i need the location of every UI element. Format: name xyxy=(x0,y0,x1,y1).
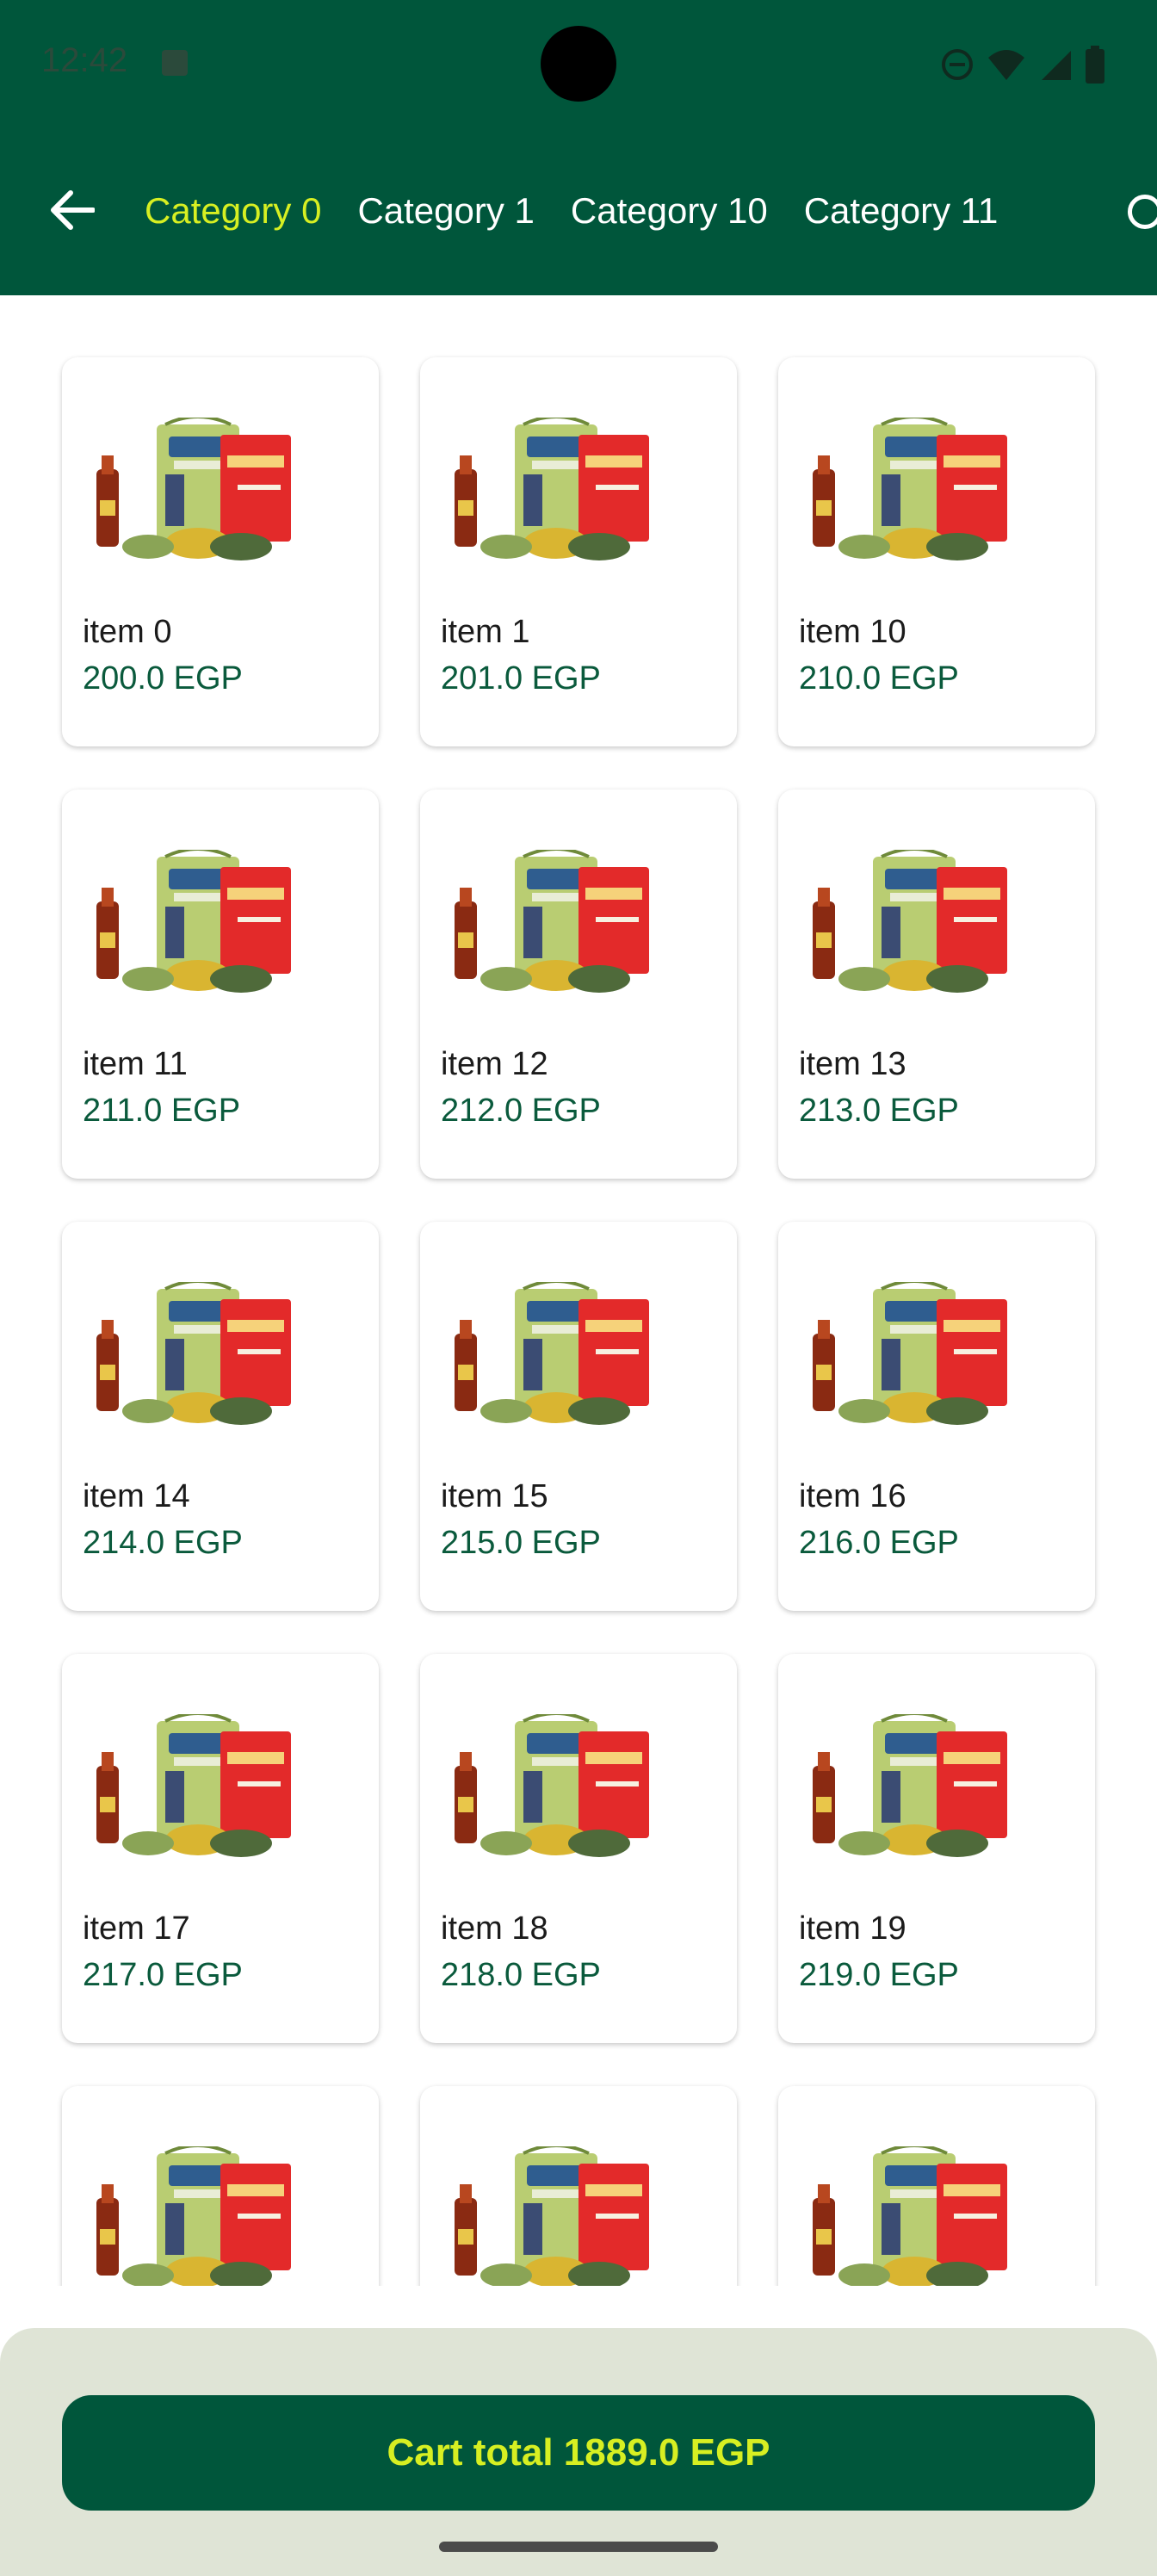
product-name: item 12 xyxy=(441,1046,548,1082)
product-image-icon xyxy=(455,415,649,560)
product-card[interactable] xyxy=(778,2086,1095,2286)
tab-next-partial[interactable] xyxy=(1124,189,1157,232)
product-image xyxy=(95,1279,296,1432)
product-image-icon xyxy=(96,415,291,560)
battery-icon xyxy=(1086,46,1104,84)
product-image xyxy=(811,847,1012,1000)
product-card[interactable]: item 15 215.0 EGP xyxy=(420,1222,737,1611)
product-grid-scroll[interactable]: item 0 200.0 EGP item 1 201.0 EGP item 10 2… xyxy=(0,295,1157,2286)
product-image-icon xyxy=(96,2144,291,2286)
product-name: item 14 xyxy=(83,1478,190,1514)
product-image-icon xyxy=(96,1712,291,1857)
android-a-icon xyxy=(162,50,188,76)
category-tabs: Category 0 Category 1 Category 10 Catego… xyxy=(145,181,1034,241)
product-price: 212.0 EGP xyxy=(441,1093,601,1129)
product-price: 215.0 EGP xyxy=(441,1525,601,1561)
product-card[interactable]: item 13 213.0 EGP xyxy=(778,790,1095,1179)
tab-category-1[interactable]: Category 1 xyxy=(357,190,534,232)
product-name: item 16 xyxy=(799,1478,906,1514)
product-price: 200.0 EGP xyxy=(83,660,243,697)
product-name: item 11 xyxy=(83,1046,188,1082)
product-image xyxy=(811,415,1012,567)
product-price: 218.0 EGP xyxy=(441,1957,601,1993)
app-bar: 12:42 Category 0 Category 1 Category 10 … xyxy=(0,0,1157,295)
product-price: 214.0 EGP xyxy=(83,1525,243,1561)
product-image xyxy=(95,1712,296,1864)
product-image xyxy=(453,415,654,567)
product-image xyxy=(453,1279,654,1432)
product-image xyxy=(811,1279,1012,1432)
product-name: item 13 xyxy=(799,1046,906,1082)
wifi-icon xyxy=(988,50,1024,80)
product-name: item 18 xyxy=(441,1910,548,1947)
product-image xyxy=(811,1712,1012,1864)
camera-cutout xyxy=(541,26,616,102)
product-card[interactable]: item 1 201.0 EGP xyxy=(420,357,737,746)
product-card[interactable]: item 19 219.0 EGP xyxy=(778,1654,1095,2043)
status-bar: 12:42 xyxy=(0,0,1157,129)
tab-category-11[interactable]: Category 11 xyxy=(804,190,999,232)
product-image-icon xyxy=(813,2144,1007,2286)
product-image-icon xyxy=(96,1279,291,1425)
home-indicator[interactable] xyxy=(439,2542,718,2552)
product-image xyxy=(453,2144,654,2286)
product-name: item 10 xyxy=(799,614,906,650)
product-price: 211.0 EGP xyxy=(83,1093,241,1129)
product-image-icon xyxy=(813,1279,1007,1425)
cart-total-button[interactable]: Cart total 1889.0 EGP xyxy=(62,2395,1095,2511)
tab-category-0[interactable]: Category 0 xyxy=(145,190,321,232)
product-card[interactable]: item 0 200.0 EGP xyxy=(62,357,379,746)
tab-category-10[interactable]: Category 10 xyxy=(571,190,768,232)
product-card[interactable] xyxy=(62,2086,379,2286)
cart-panel: Cart total 1889.0 EGP xyxy=(0,2328,1157,2576)
dnd-icon xyxy=(942,49,973,80)
product-price: 210.0 EGP xyxy=(799,660,959,697)
status-time: 12:42 xyxy=(41,41,128,79)
product-image xyxy=(95,847,296,1000)
product-name: item 15 xyxy=(441,1478,548,1514)
product-card[interactable]: item 18 218.0 EGP xyxy=(420,1654,737,2043)
product-image xyxy=(95,415,296,567)
product-card[interactable]: item 11 211.0 EGP xyxy=(62,790,379,1179)
product-name: item 17 xyxy=(83,1910,190,1947)
product-image-icon xyxy=(455,847,649,993)
product-card[interactable]: item 10 210.0 EGP xyxy=(778,357,1095,746)
product-image xyxy=(95,2144,296,2286)
product-image-icon xyxy=(455,2144,649,2286)
back-button[interactable] xyxy=(45,183,100,238)
product-image xyxy=(453,847,654,1000)
product-price: 201.0 EGP xyxy=(441,660,601,697)
product-image-icon xyxy=(455,1712,649,1857)
product-grid: item 0 200.0 EGP item 1 201.0 EGP item 10 2… xyxy=(62,357,1095,2286)
arrow-left-icon xyxy=(51,190,95,230)
product-name: item 1 xyxy=(441,614,530,650)
product-image-icon xyxy=(813,847,1007,993)
product-card[interactable]: item 14 214.0 EGP xyxy=(62,1222,379,1611)
product-image xyxy=(811,2144,1012,2286)
product-card[interactable]: item 16 216.0 EGP xyxy=(778,1222,1095,1611)
product-price: 217.0 EGP xyxy=(83,1957,243,1993)
product-name: item 19 xyxy=(799,1910,906,1947)
product-image-icon xyxy=(455,1279,649,1425)
product-price: 219.0 EGP xyxy=(799,1957,959,1993)
product-image-icon xyxy=(813,415,1007,560)
product-name: item 0 xyxy=(83,614,172,650)
signal-icon xyxy=(1042,51,1071,80)
product-price: 213.0 EGP xyxy=(799,1093,959,1129)
product-card[interactable]: item 17 217.0 EGP xyxy=(62,1654,379,2043)
product-image-icon xyxy=(813,1712,1007,1857)
product-price: 216.0 EGP xyxy=(799,1525,959,1561)
product-card[interactable] xyxy=(420,2086,737,2286)
status-icons xyxy=(940,45,1105,84)
product-image xyxy=(453,1712,654,1864)
product-card[interactable]: item 12 212.0 EGP xyxy=(420,790,737,1179)
product-image-icon xyxy=(96,847,291,993)
